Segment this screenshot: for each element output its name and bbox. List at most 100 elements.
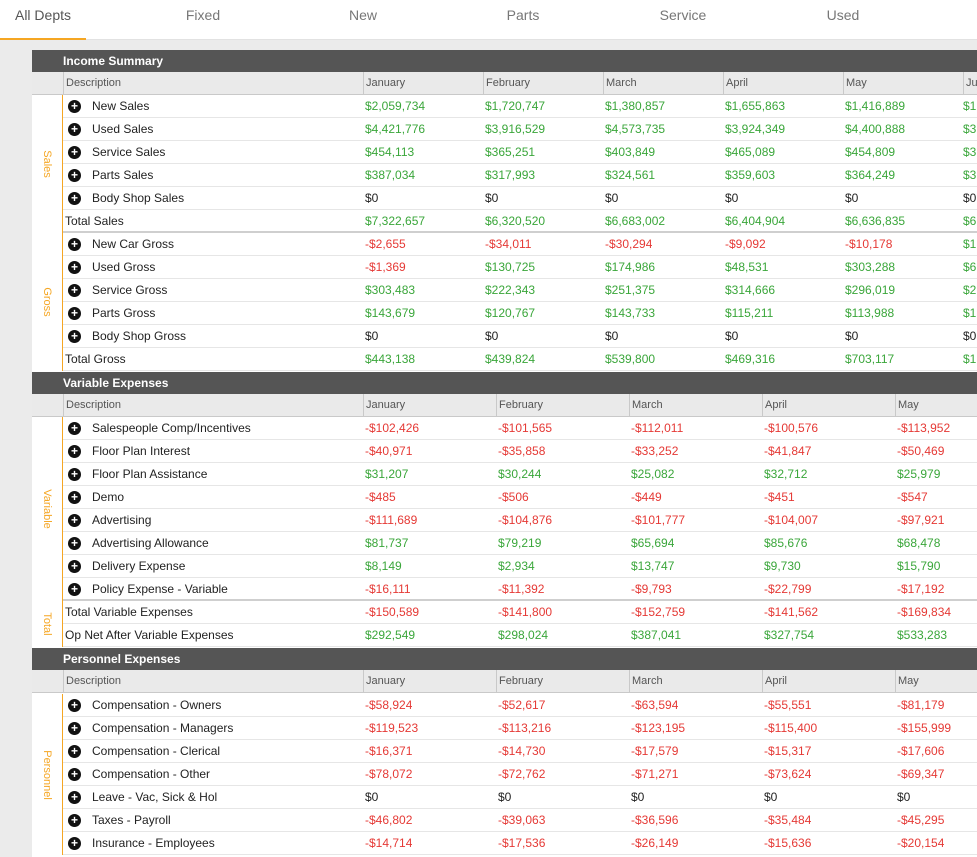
- plus-circle-icon[interactable]: +: [68, 537, 81, 550]
- column-header-may[interactable]: May: [895, 670, 977, 693]
- column-header-march[interactable]: March: [603, 72, 723, 95]
- column-header-april[interactable]: April: [762, 394, 895, 417]
- column-header-february[interactable]: February: [483, 72, 603, 95]
- plus-circle-icon[interactable]: +: [68, 146, 81, 159]
- plus-circle-icon[interactable]: +: [68, 514, 81, 527]
- tab-new[interactable]: New: [283, 0, 443, 40]
- value-cell-january: $81,737: [365, 536, 409, 550]
- value-cell-march: $0: [605, 191, 619, 205]
- column-header-description[interactable]: Description: [63, 72, 363, 95]
- value-cell-ju: $1: [963, 99, 977, 113]
- column-header-march[interactable]: March: [629, 394, 762, 417]
- value-cell-march: -$17,579: [631, 744, 679, 758]
- tab-used[interactable]: Used: [763, 0, 923, 40]
- column-header-may[interactable]: May: [843, 72, 963, 95]
- value-cell-may: -$50,469: [897, 444, 945, 458]
- plus-circle-icon[interactable]: +: [68, 468, 81, 481]
- value-cell-ju: $6: [963, 214, 977, 228]
- value-cell-april: -$451: [764, 490, 795, 504]
- value-cell-april: $469,316: [725, 352, 776, 366]
- plus-circle-icon[interactable]: +: [68, 768, 81, 781]
- plus-circle-icon[interactable]: +: [68, 192, 81, 205]
- plus-circle-icon[interactable]: +: [68, 169, 81, 182]
- tab-all-depts[interactable]: All Depts: [0, 0, 86, 40]
- value-cell-february: -$17,536: [498, 836, 546, 850]
- group-label-variable: Variable: [32, 417, 63, 601]
- value-cell-january: -$58,924: [365, 698, 413, 712]
- value-cell-march: $6,683,002: [605, 214, 666, 228]
- plus-circle-icon[interactable]: +: [68, 307, 81, 320]
- table-row: Total Variable Expenses -$150,589 -$141,80…: [63, 601, 977, 624]
- value-cell-february: $0: [485, 191, 499, 205]
- plus-circle-icon[interactable]: +: [68, 123, 81, 136]
- tab-fixed[interactable]: Fixed: [123, 0, 283, 40]
- value-cell-february: -$39,063: [498, 813, 546, 827]
- value-cell-march: -$112,011: [631, 421, 684, 435]
- plus-circle-icon[interactable]: +: [68, 261, 81, 274]
- group-label-text: Variable: [41, 489, 53, 529]
- table-row: + New Sales $2,059,734 $1,720,747 $1,380,857…: [63, 95, 977, 118]
- column-header-row: Description January February March April May J…: [32, 72, 977, 95]
- value-cell-february: $317,993: [485, 168, 536, 182]
- column-header-january[interactable]: January: [363, 670, 496, 693]
- column-header-may[interactable]: May: [895, 394, 977, 417]
- column-header-march[interactable]: March: [629, 670, 762, 693]
- value-cell-january: $143,679: [365, 306, 416, 320]
- table-row: + Salespeople Comp/Incentives -$102,426 -$1…: [63, 417, 977, 440]
- table-row: + Body Shop Gross $0 $0 $0 $0 $0 $0: [63, 325, 977, 348]
- row-label: Service Sales: [92, 145, 166, 159]
- group-label-text: Gross: [41, 287, 53, 317]
- column-header-april[interactable]: April: [762, 670, 895, 693]
- plus-circle-icon[interactable]: +: [68, 745, 81, 758]
- value-cell-april: $465,089: [725, 145, 776, 159]
- column-header-april[interactable]: April: [723, 72, 843, 95]
- plus-circle-icon[interactable]: +: [68, 100, 81, 113]
- table-row: + Policy Expense - Variable -$16,111 -$11,3…: [63, 578, 977, 601]
- value-cell-january: $2,059,734: [365, 99, 426, 113]
- column-header-january[interactable]: January: [363, 394, 496, 417]
- value-cell-february: -$34,011: [485, 237, 532, 251]
- value-cell-january: -$78,072: [365, 767, 413, 781]
- value-cell-february: $6,320,520: [485, 214, 546, 228]
- report-panel: Income Summary Description January February…: [32, 50, 977, 857]
- column-header-february[interactable]: February: [496, 394, 629, 417]
- row-label: Parts Sales: [92, 168, 154, 182]
- plus-circle-icon[interactable]: +: [68, 791, 81, 804]
- plus-circle-icon[interactable]: +: [68, 238, 81, 251]
- value-cell-february: $2,934: [498, 559, 535, 573]
- table-row: + Demo -$485 -$506 -$449 -$451 -$547: [63, 486, 977, 509]
- column-header-description[interactable]: Description: [63, 394, 363, 417]
- value-cell-january: -$485: [365, 490, 396, 504]
- value-cell-ju: $0: [963, 329, 977, 343]
- plus-circle-icon[interactable]: +: [68, 583, 81, 596]
- row-label: Compensation - Other: [92, 767, 211, 781]
- value-cell-march: $13,747: [631, 559, 675, 573]
- column-header-february[interactable]: February: [496, 670, 629, 693]
- column-header-ju[interactable]: Ju: [963, 72, 977, 95]
- value-cell-may: -$169,834: [897, 605, 952, 619]
- plus-circle-icon[interactable]: +: [68, 284, 81, 297]
- table-row: + Parts Sales $387,034 $317,993 $324,561 $359…: [63, 164, 977, 187]
- plus-circle-icon[interactable]: +: [68, 814, 81, 827]
- value-cell-may: $533,283: [897, 628, 948, 642]
- value-cell-may: $0: [845, 329, 859, 343]
- plus-circle-icon[interactable]: +: [68, 560, 81, 573]
- plus-circle-icon[interactable]: +: [68, 445, 81, 458]
- plus-circle-icon[interactable]: +: [68, 491, 81, 504]
- value-cell-february: -$104,876: [498, 513, 553, 527]
- column-header-description[interactable]: Description: [63, 670, 363, 693]
- value-cell-february: -$113,216: [498, 721, 552, 735]
- value-cell-january: -$1,369: [365, 260, 406, 274]
- value-cell-february: -$52,617: [498, 698, 546, 712]
- column-header-january[interactable]: January: [363, 72, 483, 95]
- plus-circle-icon[interactable]: +: [68, 422, 81, 435]
- plus-circle-icon[interactable]: +: [68, 330, 81, 343]
- value-cell-february: -$141,800: [498, 605, 553, 619]
- plus-circle-icon[interactable]: +: [68, 699, 81, 712]
- plus-circle-icon[interactable]: +: [68, 722, 81, 735]
- plus-circle-icon[interactable]: +: [68, 837, 81, 850]
- tab-service[interactable]: Service: [603, 0, 763, 40]
- value-cell-april: $1,655,863: [725, 99, 786, 113]
- value-cell-april: -$100,576: [764, 421, 819, 435]
- tab-parts[interactable]: Parts: [443, 0, 603, 40]
